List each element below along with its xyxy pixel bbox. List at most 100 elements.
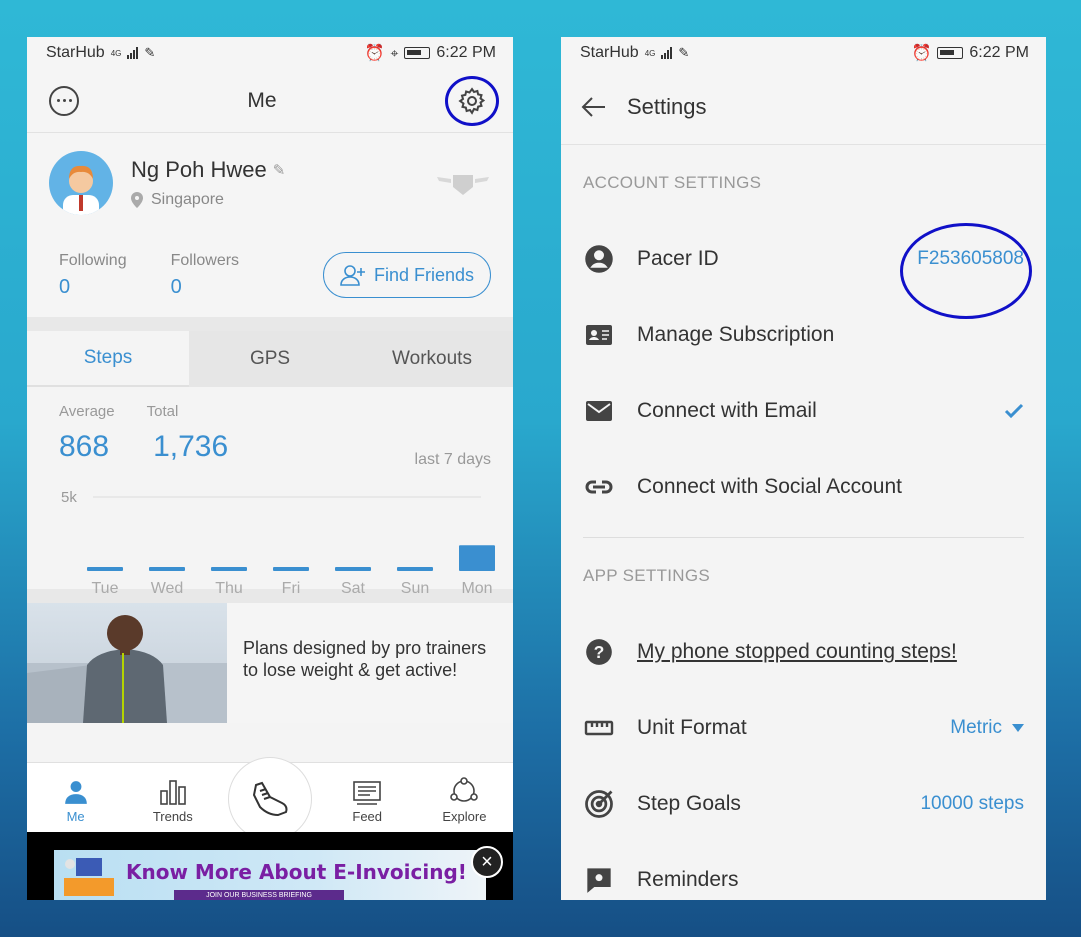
settings-row-manage-subscription[interactable]: Manage Subscription — [561, 297, 1046, 373]
average-value: 868 — [59, 430, 110, 463]
start-walk-button[interactable] — [228, 757, 312, 841]
profile-location: Singapore — [151, 191, 224, 208]
me-header: Me — [27, 69, 513, 133]
clock-label: 6:22 PM — [969, 44, 1029, 61]
explore-icon — [450, 777, 479, 802]
shoe-icon — [252, 781, 288, 817]
add-person-icon — [340, 265, 365, 286]
x-tick-label: Mon — [461, 580, 492, 597]
bar-mon — [459, 545, 495, 571]
x-tick-label: Tue — [92, 580, 119, 597]
row-label[interactable]: My phone stopped counting steps! — [637, 640, 957, 664]
settings-screen: StarHub 4G ✎ ⏰ 6:22 PM Settings ACCOUNT … — [561, 37, 1046, 900]
signal-icon — [661, 47, 673, 59]
location-pin-icon — [131, 192, 143, 208]
row-label: Reminders — [637, 868, 739, 891]
settings-row-reminders[interactable]: Reminders — [561, 842, 1046, 900]
rank-badge-icon[interactable] — [435, 171, 491, 199]
period-label: last 7 days — [414, 451, 491, 468]
ad-banner[interactable]: Know More About E-Invoicing! JOIN OUR BU… — [54, 850, 486, 900]
nav-label: Me — [66, 809, 85, 824]
check-icon — [1004, 403, 1024, 419]
status-bar: StarHub 4G ✎ ⏰ 6:22 PM — [561, 37, 1046, 69]
settings-header: Settings — [561, 69, 1046, 145]
step-goals-value: 10000 steps — [920, 793, 1024, 814]
tab-gps[interactable]: GPS — [189, 331, 351, 387]
nav-explore[interactable]: Explore — [416, 763, 513, 832]
row-label: Pacer ID — [637, 247, 719, 270]
bar-tue — [87, 567, 123, 571]
activity-tabs: Steps GPS Workouts — [27, 331, 513, 387]
followers-block[interactable]: Followers 0 — [171, 252, 239, 299]
page-title: Me — [247, 88, 277, 112]
bar-sun — [397, 567, 433, 571]
separator — [27, 317, 513, 331]
x-tick-label: Sat — [341, 580, 366, 597]
alarm-icon: ⏰ — [364, 45, 385, 62]
tab-steps[interactable]: Steps — [27, 331, 189, 387]
bar-sat — [335, 567, 371, 571]
signal-icon — [127, 47, 139, 59]
total-label: Total — [146, 403, 179, 420]
nav-label: Explore — [442, 809, 487, 824]
row-label: Manage Subscription — [637, 323, 835, 346]
following-count: 0 — [59, 275, 71, 298]
following-block[interactable]: Following 0 — [59, 252, 127, 299]
back-arrow-icon[interactable] — [581, 96, 607, 118]
ad-illustration-icon — [64, 858, 114, 896]
battery-icon — [937, 47, 964, 59]
total-value: 1,736 — [153, 430, 229, 463]
promo-text: Plans designed by pro trainers to lose w… — [243, 638, 487, 680]
edit-icon[interactable]: ✎ — [273, 161, 286, 179]
settings-row-connect-social[interactable]: Connect with Social Account — [561, 449, 1046, 525]
tab-workouts[interactable]: Workouts — [351, 331, 513, 387]
find-friends-button[interactable]: Find Friends — [323, 252, 491, 298]
settings-row-unit-format[interactable]: Unit Format Metric — [561, 690, 1046, 766]
promo-image — [27, 603, 227, 723]
x-tick-label: Sun — [401, 580, 429, 597]
nav-me[interactable]: Me — [27, 763, 124, 832]
app-settings-heading: APP SETTINGS — [583, 566, 711, 585]
status-bar: StarHub 4G ✎ ⏰ ⌖ 6:22 PM — [27, 37, 513, 69]
target-icon — [585, 790, 613, 818]
promo-card[interactable]: Plans designed by pro trainers to lose w… — [27, 603, 513, 723]
page-title: Settings — [627, 93, 707, 119]
settings-button[interactable] — [445, 75, 499, 126]
bottom-nav: Me Trends Feed Explore — [27, 757, 513, 841]
find-friends-label: Find Friends — [373, 264, 475, 285]
reminder-icon — [587, 868, 611, 893]
row-label: Connect with Social Account — [637, 475, 902, 498]
network-label: 4G — [644, 48, 656, 58]
x-tick-label: Thu — [215, 580, 243, 597]
settings-row-pacer-id[interactable]: Pacer ID F253605808 — [561, 221, 1046, 319]
x-tick-label: Fri — [282, 580, 301, 597]
bar-wed — [149, 567, 185, 571]
settings-row-connect-email[interactable]: Connect with Email — [561, 373, 1046, 449]
nav-label: Feed — [352, 809, 383, 824]
bar-chart-icon — [159, 780, 186, 805]
steps-chart: 5k Tue Wed Thu Fri Sat Sun Mon — [61, 489, 495, 597]
mail-icon — [586, 401, 612, 421]
profile-name: Ng Poh Hwee — [131, 157, 267, 182]
nav-label: Trends — [152, 809, 193, 824]
row-label: Unit Format — [637, 716, 747, 739]
account-settings-heading: ACCOUNT SETTINGS — [583, 173, 762, 192]
alarm-icon: ⏰ — [911, 45, 932, 62]
person-icon — [64, 781, 87, 804]
chat-icon[interactable] — [49, 85, 79, 116]
x-tick-label: Wed — [151, 580, 184, 597]
nav-feed[interactable]: Feed — [319, 763, 416, 832]
avatar[interactable] — [49, 151, 113, 215]
nav-trends[interactable]: Trends — [124, 763, 221, 832]
close-icon[interactable]: × — [471, 846, 503, 878]
location-icon: ⌖ — [390, 44, 399, 61]
ad-subtitle: JOIN OUR BUSINESS BRIEFING — [174, 890, 344, 900]
settings-row-phone-stopped[interactable]: ? My phone stopped counting steps! — [561, 614, 1046, 690]
gear-icon — [458, 86, 486, 115]
me-screen: StarHub 4G ✎ ⏰ ⌖ 6:22 PM Me Ng Poh Hwee … — [27, 37, 513, 900]
followers-label: Followers — [170, 251, 240, 269]
dropdown-caret-icon — [1012, 724, 1024, 732]
nfc-icon: ✎ — [678, 45, 690, 60]
profile-card[interactable]: Ng Poh Hwee ✎ Singapore — [27, 133, 513, 233]
settings-row-step-goals[interactable]: Step Goals 10000 steps — [561, 766, 1046, 842]
